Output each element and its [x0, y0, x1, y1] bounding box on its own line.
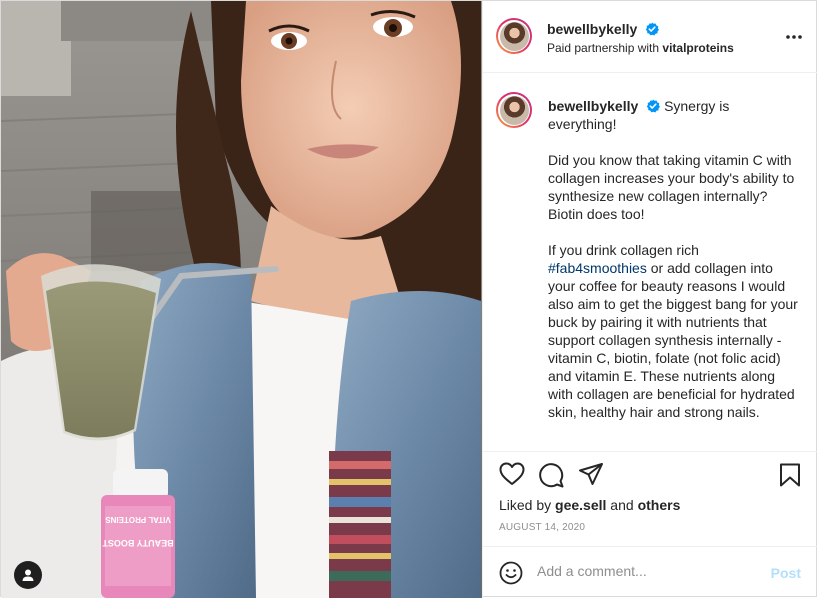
instagram-post: VITAL PROTEINS BEAUTY BOOST bewellbykell… [0, 0, 817, 598]
post-sidebar: bewellbykelly Paid partnership with vita… [482, 1, 817, 598]
caption-paragraph-2: Did you know that taking vitamin C with … [548, 152, 795, 222]
bookmark-icon [780, 463, 800, 487]
person-icon [22, 569, 34, 581]
selfie-image: VITAL PROTEINS BEAUTY BOOST [1, 1, 482, 598]
jacket-pattern [329, 451, 391, 598]
hashtag-link[interactable]: #fab4smoothies [548, 260, 647, 276]
verified-badge-icon [645, 22, 660, 36]
likes-summary: Liked by gee.sell and others [499, 497, 681, 513]
save-button[interactable] [779, 463, 801, 492]
comment-button[interactable] [538, 462, 564, 493]
more-options-button[interactable] [785, 27, 803, 45]
caption-paragraph-3: If you drink collagen rich #fab4smoothie… [548, 242, 798, 420]
author-avatar[interactable] [496, 18, 532, 54]
comment-icon [539, 463, 564, 488]
partnership-label: Paid partnership with vitalproteins [547, 41, 734, 55]
liked-by-others[interactable]: others [638, 497, 681, 513]
post-comment-button[interactable]: Post [771, 565, 801, 581]
tagged-users-button[interactable] [14, 561, 42, 589]
paper-plane-icon [579, 463, 603, 485]
emoji-button[interactable] [499, 561, 523, 590]
action-bar [483, 451, 817, 501]
svg-text:BEAUTY BOOST: BEAUTY BOOST [102, 538, 174, 548]
caption-text: bewellbykelly Synergy is everything! Did… [548, 97, 798, 439]
post-photo[interactable]: VITAL PROTEINS BEAUTY BOOST [1, 1, 482, 598]
post-date[interactable]: AUGUST 14, 2020 [499, 522, 585, 533]
partner-link[interactable]: vitalproteins [662, 41, 733, 55]
svg-text:VITAL PROTEINS: VITAL PROTEINS [105, 515, 171, 524]
heart-icon [499, 462, 525, 485]
like-button[interactable] [499, 462, 525, 491]
caption-username[interactable]: bewellbykelly [548, 98, 638, 114]
comment-input[interactable] [537, 563, 757, 579]
author-name-row: bewellbykelly [547, 21, 660, 37]
author-username[interactable]: bewellbykelly [547, 21, 637, 37]
more-horizontal-icon [786, 35, 802, 39]
caption-avatar[interactable] [496, 92, 532, 128]
caption-section: bewellbykelly Synergy is everything! Did… [483, 73, 817, 451]
post-header: bewellbykelly Paid partnership with vita… [483, 1, 817, 73]
smiley-icon [499, 561, 523, 585]
comment-bar: Post [483, 546, 817, 598]
share-button[interactable] [578, 462, 604, 491]
liked-by-user[interactable]: gee.sell [555, 497, 606, 513]
verified-badge-icon [646, 99, 661, 113]
